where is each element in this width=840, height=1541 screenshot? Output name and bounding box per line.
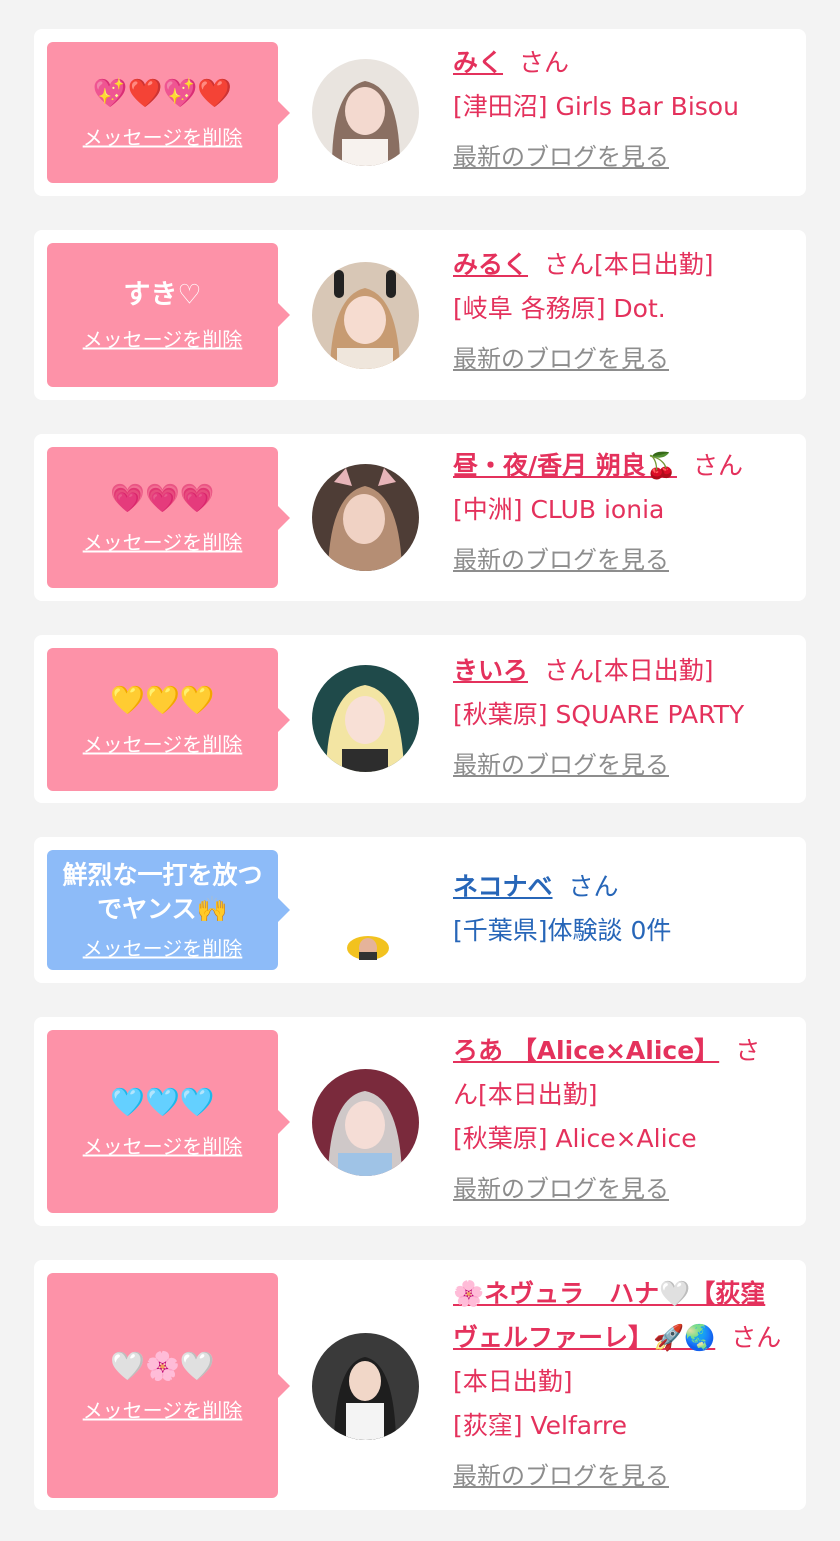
delete-message-link[interactable]: メッセージを削除 xyxy=(83,121,243,150)
shop-text: [中洲] CLUB ionia xyxy=(453,495,665,524)
message-text: すき♡ xyxy=(123,279,202,311)
message-bubble: 💛💛💛 メッセージを削除 xyxy=(47,648,290,791)
san-suffix: さん xyxy=(519,48,570,77)
cast-name-link[interactable]: ろあ 【Alice×Alice】 xyxy=(453,1036,719,1065)
status-text: [本日出勤] xyxy=(594,656,714,685)
message-card: 鮮烈な一打を放つでヤンス🙌 メッセージを削除 ネコナベ さん [千葉県]体験談 0… xyxy=(34,837,806,983)
message-card: すき♡ メッセージを削除 みるく さん[本日出勤] [岐阜 各務原] Dot. 最… xyxy=(34,230,806,400)
status-text: [本日出勤] xyxy=(594,250,714,279)
user-name-link[interactable]: ネコナベ xyxy=(453,872,553,901)
message-card: 💛💛💛 メッセージを削除 きいろ さん[本日出勤] [秋葉原] SQUARE PA… xyxy=(34,635,806,803)
avatar[interactable] xyxy=(346,934,390,960)
message-bubble: すき♡ メッセージを削除 xyxy=(47,243,290,387)
san-suffix: さん xyxy=(731,1323,782,1352)
san-suffix: さん xyxy=(568,872,619,901)
message-bubble: 💗💗💗 メッセージを削除 xyxy=(47,447,290,588)
delete-message-link[interactable]: メッセージを削除 xyxy=(83,1130,243,1159)
cast-name-link[interactable]: みく xyxy=(453,48,503,77)
latest-blog-link[interactable]: 最新のブログを見る xyxy=(453,135,669,179)
shop-text: [岐阜 各務原] Dot. xyxy=(453,294,666,323)
message-bubble: 🩵🩵🩵 メッセージを削除 xyxy=(47,1030,290,1213)
message-text: 💗💗💗 xyxy=(110,481,215,514)
shop-text: [荻窪] Velfarre xyxy=(453,1411,628,1440)
cast-info: 🌸ネヴュラ ハナ🤍【荻窪ヴェルファーレ】🚀🌏 さん [本日出勤] [荻窪] Velf… xyxy=(453,1272,784,1498)
cast-info: みるく さん[本日出勤] [岐阜 各務原] Dot. 最新のブログを見る xyxy=(453,243,784,381)
avatar[interactable] xyxy=(312,665,419,772)
shop-text: [津田沼] Girls Bar Bisou xyxy=(453,92,739,121)
cast-info: みく さん [津田沼] Girls Bar Bisou 最新のブログを見る xyxy=(453,41,784,179)
message-card: 💗💗💗 メッセージを削除 昼・夜/香月 朔良🍒 さん [中洲] CLUB ioni… xyxy=(34,434,806,601)
san-suffix: さん xyxy=(544,250,595,279)
message-text: 💖❤️💖❤️ xyxy=(92,76,233,109)
san-suffix: さん xyxy=(692,451,743,480)
delete-message-link[interactable]: メッセージを削除 xyxy=(83,728,243,757)
san-suffix: さん xyxy=(544,656,595,685)
avatar[interactable] xyxy=(312,1069,419,1176)
avatar[interactable] xyxy=(312,464,419,571)
latest-blog-link[interactable]: 最新のブログを見る xyxy=(453,1454,669,1498)
delete-message-link[interactable]: メッセージを削除 xyxy=(83,526,243,555)
cast-info: ろあ 【Alice×Alice】 さん[本日出勤] [秋葉原] Alice×Ali… xyxy=(453,1029,784,1211)
cast-info: きいろ さん[本日出勤] [秋葉原] SQUARE PARTY 最新のブログを見る xyxy=(453,649,784,787)
message-bubble: 💖❤️💖❤️ メッセージを削除 xyxy=(47,42,290,183)
delete-message-link[interactable]: メッセージを削除 xyxy=(83,324,243,353)
area-review-count: [千葉県]体験談 0件 xyxy=(453,916,672,945)
status-text: [本日出勤] xyxy=(453,1367,573,1396)
avatar[interactable] xyxy=(312,262,419,369)
message-text: 💛💛💛 xyxy=(110,683,215,716)
user-info: ネコナベ さん [千葉県]体験談 0件 xyxy=(453,865,784,953)
avatar[interactable] xyxy=(312,1333,419,1440)
latest-blog-link[interactable]: 最新のブログを見る xyxy=(453,743,669,787)
cast-name-link[interactable]: 昼・夜/香月 朔良🍒 xyxy=(453,451,677,480)
cast-name-link[interactable]: みるく xyxy=(453,250,528,279)
message-card: 🤍🌸🤍 メッセージを削除 🌸ネヴュラ ハナ🤍【荻窪ヴェルファーレ】🚀🌏 さん [本日… xyxy=(34,1260,806,1510)
latest-blog-link[interactable]: 最新のブログを見る xyxy=(453,1167,669,1211)
message-text: 🤍🌸🤍 xyxy=(110,1349,215,1382)
message-text: 鮮烈な一打を放つでヤンス🙌 xyxy=(62,860,263,924)
delete-message-link[interactable]: メッセージを削除 xyxy=(83,933,243,962)
message-bubble: 🤍🌸🤍 メッセージを削除 xyxy=(47,1273,290,1498)
message-card: 💖❤️💖❤️ メッセージを削除 みく さん [津田沼] Girls Bar Bis… xyxy=(34,29,806,196)
delete-message-link[interactable]: メッセージを削除 xyxy=(83,1394,243,1423)
cast-info: 昼・夜/香月 朔良🍒 さん [中洲] CLUB ionia 最新のブログを見る xyxy=(453,444,784,582)
message-bubble: 鮮烈な一打を放つでヤンス🙌 メッセージを削除 xyxy=(47,850,290,970)
cast-name-link[interactable]: きいろ xyxy=(453,656,528,685)
latest-blog-link[interactable]: 最新のブログを見る xyxy=(453,538,669,582)
avatar[interactable] xyxy=(312,59,419,166)
status-text: [本日出勤] xyxy=(478,1080,598,1109)
shop-text: [秋葉原] SQUARE PARTY xyxy=(453,700,745,729)
message-card: 🩵🩵🩵 メッセージを削除 ろあ 【Alice×Alice】 さん[本日出勤] [秋… xyxy=(34,1017,806,1226)
latest-blog-link[interactable]: 最新のブログを見る xyxy=(453,337,669,381)
message-text: 🩵🩵🩵 xyxy=(110,1085,215,1118)
shop-text: [秋葉原] Alice×Alice xyxy=(453,1124,697,1153)
cast-name-link[interactable]: 🌸ネヴュラ ハナ🤍【荻窪ヴェルファーレ】🚀🌏 xyxy=(453,1279,765,1352)
